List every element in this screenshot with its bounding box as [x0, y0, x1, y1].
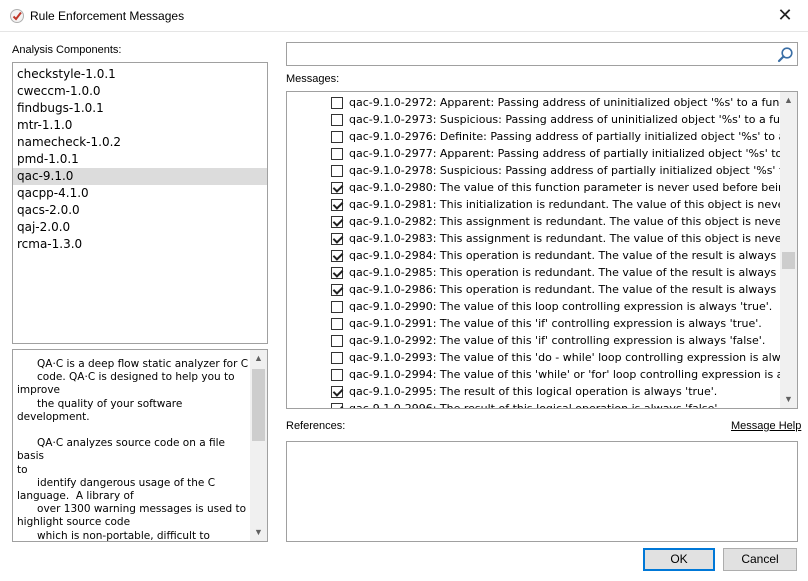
scroll-up-icon[interactable]: ▲ — [250, 350, 267, 367]
message-text: qac-9.1.0-2996: The result of this logic… — [349, 402, 721, 409]
messages-label: Messages: — [286, 73, 340, 85]
message-checkbox[interactable] — [331, 369, 343, 381]
message-text: qac-9.1.0-2982: This assignment is redun… — [349, 215, 798, 228]
message-checkbox[interactable] — [331, 284, 343, 296]
components-list[interactable]: checkstyle-1.0.1 cweccm-1.0.0 findbugs-1.0… — [12, 62, 268, 344]
message-text: qac-9.1.0-2992: The value of this 'if' c… — [349, 334, 766, 347]
message-row[interactable]: qac-9.1.0-2976: Definite: Passing addres… — [287, 128, 797, 145]
message-text: qac-9.1.0-2994: The value of this 'while… — [349, 368, 797, 381]
search-icon[interactable] — [777, 46, 794, 63]
message-row[interactable]: qac-9.1.0-2973: Suspicious: Passing addr… — [287, 111, 797, 128]
message-checkbox[interactable] — [331, 199, 343, 211]
message-checkbox[interactable] — [331, 131, 343, 143]
message-row[interactable]: qac-9.1.0-2978: Suspicious: Passing addr… — [287, 162, 797, 179]
message-checkbox[interactable] — [331, 318, 343, 330]
component-item[interactable]: qac-9.1.0 — [13, 168, 267, 185]
message-checkbox[interactable] — [331, 216, 343, 228]
message-checkbox[interactable] — [331, 352, 343, 364]
component-item[interactable]: namecheck-1.0.2 — [13, 134, 267, 151]
message-checkbox[interactable] — [331, 148, 343, 160]
message-row[interactable]: qac-9.1.0-2991: The value of this 'if' c… — [287, 315, 780, 332]
message-text: qac-9.1.0-2977: Apparent: Passing addres… — [349, 147, 797, 160]
component-item[interactable]: qacpp-4.1.0 — [13, 185, 267, 202]
message-row[interactable]: qac-9.1.0-2986: This operation is redund… — [287, 281, 797, 298]
message-checkbox[interactable] — [331, 403, 343, 408]
message-row[interactable]: qac-9.1.0-2981: This initialization is r… — [287, 196, 797, 213]
message-text: qac-9.1.0-2993: The value of this 'do - … — [349, 351, 791, 364]
app-icon — [10, 9, 24, 23]
title-bar: Rule Enforcement Messages ✕ — [0, 0, 808, 32]
components-label: Analysis Components: — [12, 44, 122, 56]
message-row[interactable]: qac-9.1.0-2982: This assignment is redun… — [287, 213, 797, 230]
message-checkbox[interactable] — [331, 250, 343, 262]
message-text: qac-9.1.0-2978: Suspicious: Passing addr… — [349, 164, 798, 177]
references-box — [286, 441, 798, 542]
component-item[interactable]: mtr-1.1.0 — [13, 117, 267, 134]
description-text: QA·C is a deep flow static analyzer for … — [17, 358, 249, 542]
message-checkbox[interactable] — [331, 114, 343, 126]
message-row[interactable]: qac-9.1.0-2990: The value of this loop c… — [287, 298, 780, 315]
close-icon[interactable]: ✕ — [762, 0, 808, 32]
component-item[interactable]: checkstyle-1.0.1 — [13, 66, 267, 83]
message-text: qac-9.1.0-2972: Apparent: Passing addres… — [349, 96, 796, 109]
message-row[interactable]: qac-9.1.0-2972: Apparent: Passing addres… — [287, 94, 796, 111]
message-row[interactable]: qac-9.1.0-2996: The result of this logic… — [287, 400, 780, 409]
message-row[interactable]: qac-9.1.0-2992: The value of this 'if' c… — [287, 332, 780, 349]
message-checkbox[interactable] — [331, 267, 343, 279]
message-checkbox[interactable] — [331, 97, 343, 109]
message-checkbox[interactable] — [331, 165, 343, 177]
component-description: QA·C is a deep flow static analyzer for … — [12, 349, 268, 542]
references-label: References: — [286, 420, 346, 432]
component-item[interactable]: rcma-1.3.0 — [13, 236, 267, 253]
cancel-button[interactable]: Cancel — [723, 548, 797, 571]
search-box[interactable] — [286, 42, 798, 66]
message-row[interactable]: qac-9.1.0-2980: The value of this functi… — [287, 179, 796, 196]
component-item[interactable]: pmd-1.0.1 — [13, 151, 267, 168]
message-row[interactable]: qac-9.1.0-2977: Apparent: Passing addres… — [287, 145, 796, 162]
ok-button[interactable]: OK — [643, 548, 715, 571]
message-checkbox[interactable] — [331, 335, 343, 347]
messages-scrollbar[interactable]: ▲ ▼ — [780, 92, 797, 408]
component-item[interactable]: findbugs-1.0.1 — [13, 100, 267, 117]
message-checkbox[interactable] — [331, 386, 343, 398]
component-item[interactable]: qacs-2.0.0 — [13, 202, 267, 219]
description-scrollbar[interactable]: ▲ ▼ — [250, 350, 267, 541]
message-text: qac-9.1.0-2983: This assignment is redun… — [349, 232, 798, 245]
scroll-thumb[interactable] — [782, 252, 795, 269]
component-item[interactable]: cweccm-1.0.0 — [13, 83, 267, 100]
message-text: qac-9.1.0-2984: This operation is redund… — [349, 249, 794, 262]
messages-list[interactable]: qac-9.1.0-2972: Apparent: Passing addres… — [286, 91, 798, 409]
component-item[interactable]: qaj-2.0.0 — [13, 219, 267, 236]
message-text: qac-9.1.0-2995: The result of this logic… — [349, 385, 718, 398]
message-row[interactable]: qac-9.1.0-2993: The value of this 'do - … — [287, 349, 790, 366]
message-text: qac-9.1.0-2973: Suspicious: Passing addr… — [349, 113, 798, 126]
message-row[interactable]: qac-9.1.0-2984: This operation is redund… — [287, 247, 793, 264]
message-text: qac-9.1.0-2986: This operation is redund… — [349, 283, 798, 296]
scroll-down-icon[interactable]: ▼ — [780, 391, 797, 408]
message-checkbox[interactable] — [331, 182, 343, 194]
search-input[interactable] — [287, 43, 767, 65]
message-text: qac-9.1.0-2981: This initialization is r… — [349, 198, 798, 211]
scroll-up-icon[interactable]: ▲ — [780, 92, 797, 109]
scroll-thumb[interactable] — [252, 369, 265, 441]
scroll-down-icon[interactable]: ▼ — [250, 524, 267, 541]
message-checkbox[interactable] — [331, 233, 343, 245]
message-row[interactable]: qac-9.1.0-2985: This operation is redund… — [287, 264, 797, 281]
message-checkbox[interactable] — [331, 301, 343, 313]
message-row[interactable]: qac-9.1.0-2994: The value of this 'while… — [287, 366, 797, 383]
message-text: qac-9.1.0-2985: This operation is redund… — [349, 266, 798, 279]
message-text: qac-9.1.0-2991: The value of this 'if' c… — [349, 317, 762, 330]
message-row[interactable]: qac-9.1.0-2983: This assignment is redun… — [287, 230, 797, 247]
message-help-link[interactable]: Message Help — [731, 420, 801, 432]
message-text: qac-9.1.0-2976: Definite: Passing addres… — [349, 130, 798, 143]
message-row[interactable]: qac-9.1.0-2995: The result of this logic… — [287, 383, 780, 400]
message-text: qac-9.1.0-2990: The value of this loop c… — [349, 300, 773, 313]
window-title: Rule Enforcement Messages — [30, 9, 185, 23]
message-text: qac-9.1.0-2980: The value of this functi… — [349, 181, 796, 194]
